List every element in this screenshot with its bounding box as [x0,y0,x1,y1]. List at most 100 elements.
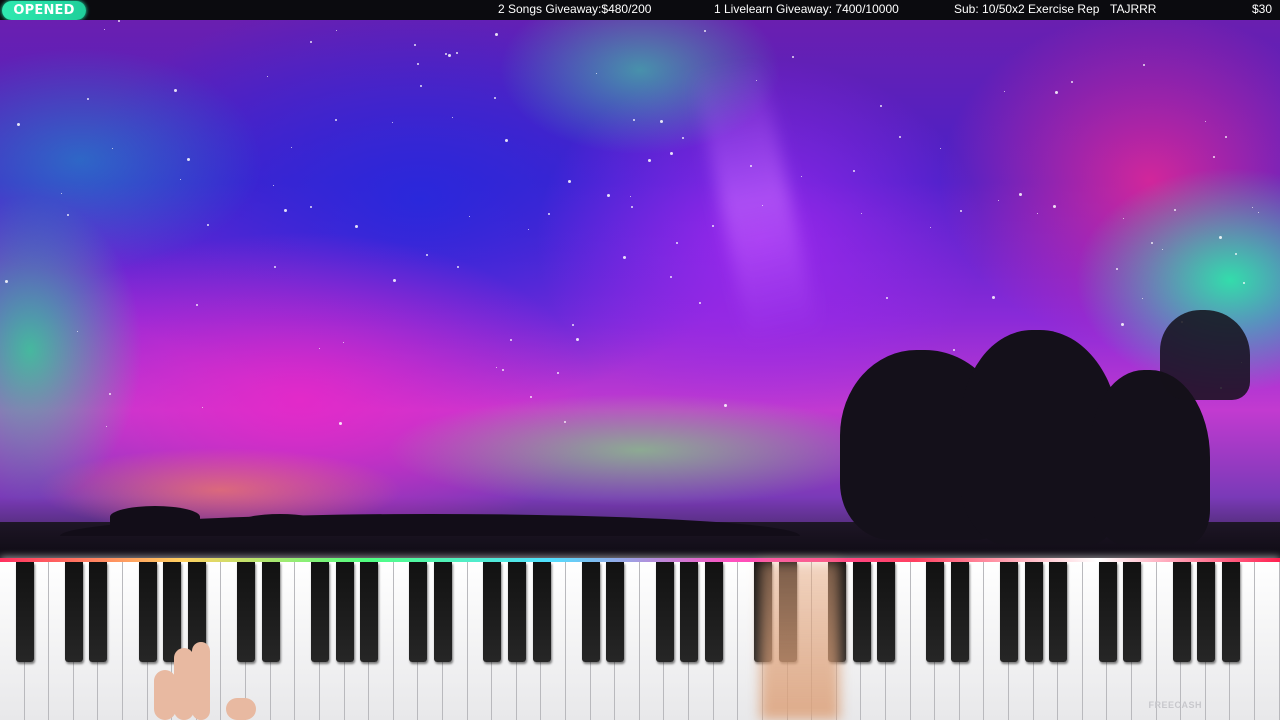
black-key [483,562,502,662]
player-hand [140,640,260,720]
star [853,170,856,173]
star [992,296,996,300]
star [998,200,1000,202]
star [676,241,679,244]
star [103,28,105,30]
black-key [311,562,329,662]
star [575,337,579,341]
star [1116,267,1119,270]
player-hand-blur [760,562,840,720]
star [66,214,69,217]
star [1019,193,1023,197]
star [1174,208,1177,211]
star [290,146,292,148]
black-key [1000,562,1019,662]
black-key [360,562,379,662]
star [1054,90,1058,94]
star [173,89,177,93]
black-key [409,562,428,662]
status-pill-label: OPENED [13,3,75,18]
black-key [1049,562,1068,662]
stream-top-bar: OPENED 2 Songs Giveaway:$480/200 1 Livel… [0,0,1280,20]
star [1120,323,1124,327]
star [1143,64,1146,67]
black-key [89,562,108,662]
black-key [335,562,354,662]
star [343,341,345,343]
star [1161,248,1163,250]
star [1204,120,1206,122]
aurora-background-scene [0,20,1280,562]
distant-trees-mid [240,514,320,530]
star [393,278,397,282]
finger [226,698,256,720]
username-text: TAJRRR [1110,2,1157,16]
star [179,178,181,180]
livelearn-giveaway-text: 1 Livelearn Giveaway: 7400/10000 [714,2,899,16]
black-key [877,562,896,662]
songs-giveaway-text: 2 Songs Giveaway:$480/200 [498,2,652,16]
star [564,421,567,424]
star [1235,253,1238,256]
black-key [15,562,34,662]
star [207,223,210,226]
star [392,121,394,123]
star [495,33,499,37]
star [106,425,108,427]
star [1141,298,1143,300]
black-key [655,562,674,662]
star [468,216,470,218]
star [4,280,8,284]
star [426,253,429,256]
star [572,324,575,327]
star [502,368,505,371]
star [527,229,529,230]
distant-trees-left [110,506,200,528]
star [495,366,497,368]
star [930,226,932,228]
star [309,206,312,209]
star [1218,236,1222,240]
star [284,209,288,213]
black-key [1197,562,1216,662]
black-key [926,562,945,662]
star [109,393,112,396]
star [630,196,632,198]
star [504,139,508,143]
star [338,421,342,425]
star [595,72,597,74]
black-key [1123,562,1142,662]
black-key [1172,562,1191,662]
star [413,43,416,46]
star [1242,281,1245,284]
star [886,297,889,300]
star [792,56,795,59]
black-key [606,562,625,662]
star [1070,81,1073,84]
star [622,255,626,259]
star [456,52,459,55]
tree-silhouette-far-right [1160,310,1250,400]
sub-goal-text: Sub: 10/50x2 Exercise Rep [954,2,1100,16]
star [273,266,276,269]
star [749,164,752,167]
star [273,185,275,187]
star [880,104,883,107]
black-key [507,562,526,662]
star [659,120,663,124]
star [647,158,651,162]
star [355,225,359,229]
star [60,193,62,195]
finger [192,642,210,720]
star [939,148,941,150]
star [633,118,636,121]
star [319,348,321,350]
finger [174,648,194,720]
star [76,331,78,333]
star [557,372,560,375]
star [456,266,459,269]
star [309,41,312,44]
star [1150,241,1153,244]
black-key [1024,562,1043,662]
star [1004,91,1006,93]
